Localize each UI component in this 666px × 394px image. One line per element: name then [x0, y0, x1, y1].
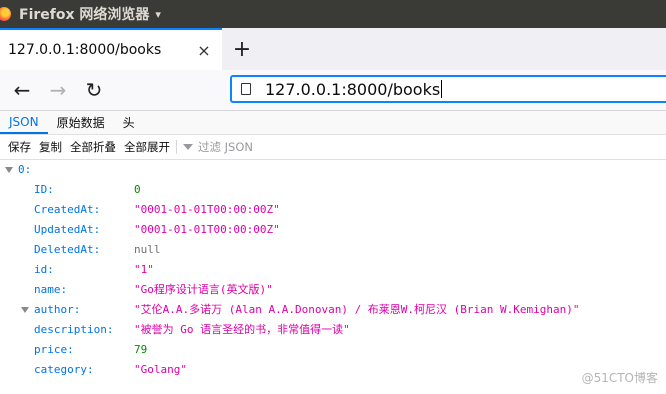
tab-headers[interactable]: 头	[114, 111, 144, 134]
navigation-bar: ← → ↻ 127.0.0.1:8000/books	[0, 70, 666, 111]
filter-icon	[183, 144, 193, 150]
json-key: description:	[34, 323, 114, 336]
reload-button[interactable]: ↻	[80, 76, 108, 104]
toolbar-divider	[176, 140, 177, 154]
json-tree: 0: ID: 0 CreatedAt: "0001-01-01T00:00:00Z" U…	[0, 160, 666, 380]
json-value: 79	[134, 343, 148, 356]
json-value: "1"	[134, 263, 154, 276]
json-key: category:	[34, 363, 94, 376]
json-root-key: 0:	[18, 163, 32, 176]
json-row[interactable]: price: 79	[0, 340, 666, 360]
json-value: "Go程序设计语言(英文版)"	[134, 283, 273, 296]
json-value: 0	[134, 183, 141, 196]
copy-button[interactable]: 复制	[39, 139, 62, 155]
json-key: id:	[34, 263, 54, 276]
back-button[interactable]: ←	[8, 76, 36, 104]
expand-toggle-icon[interactable]	[21, 307, 29, 313]
json-key: name:	[34, 283, 68, 296]
json-root-row[interactable]: 0:	[0, 160, 666, 180]
save-button[interactable]: 保存	[8, 139, 31, 155]
json-value: "0001-01-01T00:00:00Z"	[134, 203, 280, 216]
json-toolbar: 保存 复制 全部折叠 全部展开 过滤 JSON	[0, 135, 666, 160]
json-value: "被誉为 Go 语言圣经的书，非常值得一读"	[134, 323, 350, 336]
tab-json[interactable]: JSON	[0, 111, 48, 134]
filter-placeholder: 过滤 JSON	[198, 140, 254, 154]
expand-toggle-icon[interactable]	[5, 167, 13, 173]
tab-title: 127.0.0.1:8000/books	[8, 42, 162, 58]
json-key: author:	[34, 303, 81, 316]
json-row[interactable]: author: "艾伦A.A.多诺万 (Alan A.A.Donovan) / 布…	[0, 300, 666, 320]
url-bar[interactable]: 127.0.0.1:8000/books	[230, 75, 666, 103]
json-row[interactable]: name: "Go程序设计语言(英文版)"	[0, 280, 666, 300]
new-tab-button[interactable]: +	[230, 28, 254, 70]
collapse-all-button[interactable]: 全部折叠	[70, 139, 116, 155]
json-value: "Golang"	[134, 363, 187, 376]
text-cursor	[441, 80, 443, 98]
forward-button[interactable]: →	[44, 76, 72, 104]
json-row[interactable]: CreatedAt: "0001-01-01T00:00:00Z"	[0, 200, 666, 220]
filter-json-input[interactable]: 过滤 JSON	[183, 139, 253, 155]
tab-close-icon[interactable]: ×	[194, 41, 214, 60]
json-key: ID:	[34, 183, 54, 196]
url-input[interactable]: 127.0.0.1:8000/books	[265, 80, 440, 99]
json-value: null	[134, 243, 161, 256]
json-key: UpdatedAt:	[34, 223, 101, 236]
browser-tab[interactable]: 127.0.0.1:8000/books ×	[0, 28, 222, 70]
json-row[interactable]: DeletedAt: null	[0, 240, 666, 260]
json-row[interactable]: description: "被誉为 Go 语言圣经的书，非常值得一读"	[0, 320, 666, 340]
window-title-bar: Firefox 网络浏览器 ▾	[0, 0, 666, 28]
firefox-logo-icon	[0, 7, 11, 21]
json-row[interactable]: ID: 0	[0, 180, 666, 200]
json-key: price:	[34, 343, 74, 356]
json-viewer-tabs: JSON 原始数据 头	[0, 111, 666, 135]
json-value: "艾伦A.A.多诺万 (Alan A.A.Donovan) / 布莱恩W.柯尼汉…	[134, 303, 580, 316]
tab-raw-data[interactable]: 原始数据	[48, 111, 114, 134]
window-menu-caret-icon[interactable]: ▾	[155, 8, 161, 21]
json-key: DeletedAt:	[34, 243, 101, 256]
window-title: Firefox 网络浏览器	[19, 7, 150, 23]
json-value: "0001-01-01T00:00:00Z"	[134, 223, 280, 236]
json-row[interactable]: category: "Golang"	[0, 360, 666, 380]
expand-all-button[interactable]: 全部展开	[124, 139, 170, 155]
tab-strip: 127.0.0.1:8000/books × +	[0, 28, 666, 70]
watermark: @51CTO博客	[581, 371, 658, 385]
json-key: CreatedAt:	[34, 203, 101, 216]
page-icon	[241, 83, 251, 95]
json-row[interactable]: id: "1"	[0, 260, 666, 280]
json-row[interactable]: UpdatedAt: "0001-01-01T00:00:00Z"	[0, 220, 666, 240]
